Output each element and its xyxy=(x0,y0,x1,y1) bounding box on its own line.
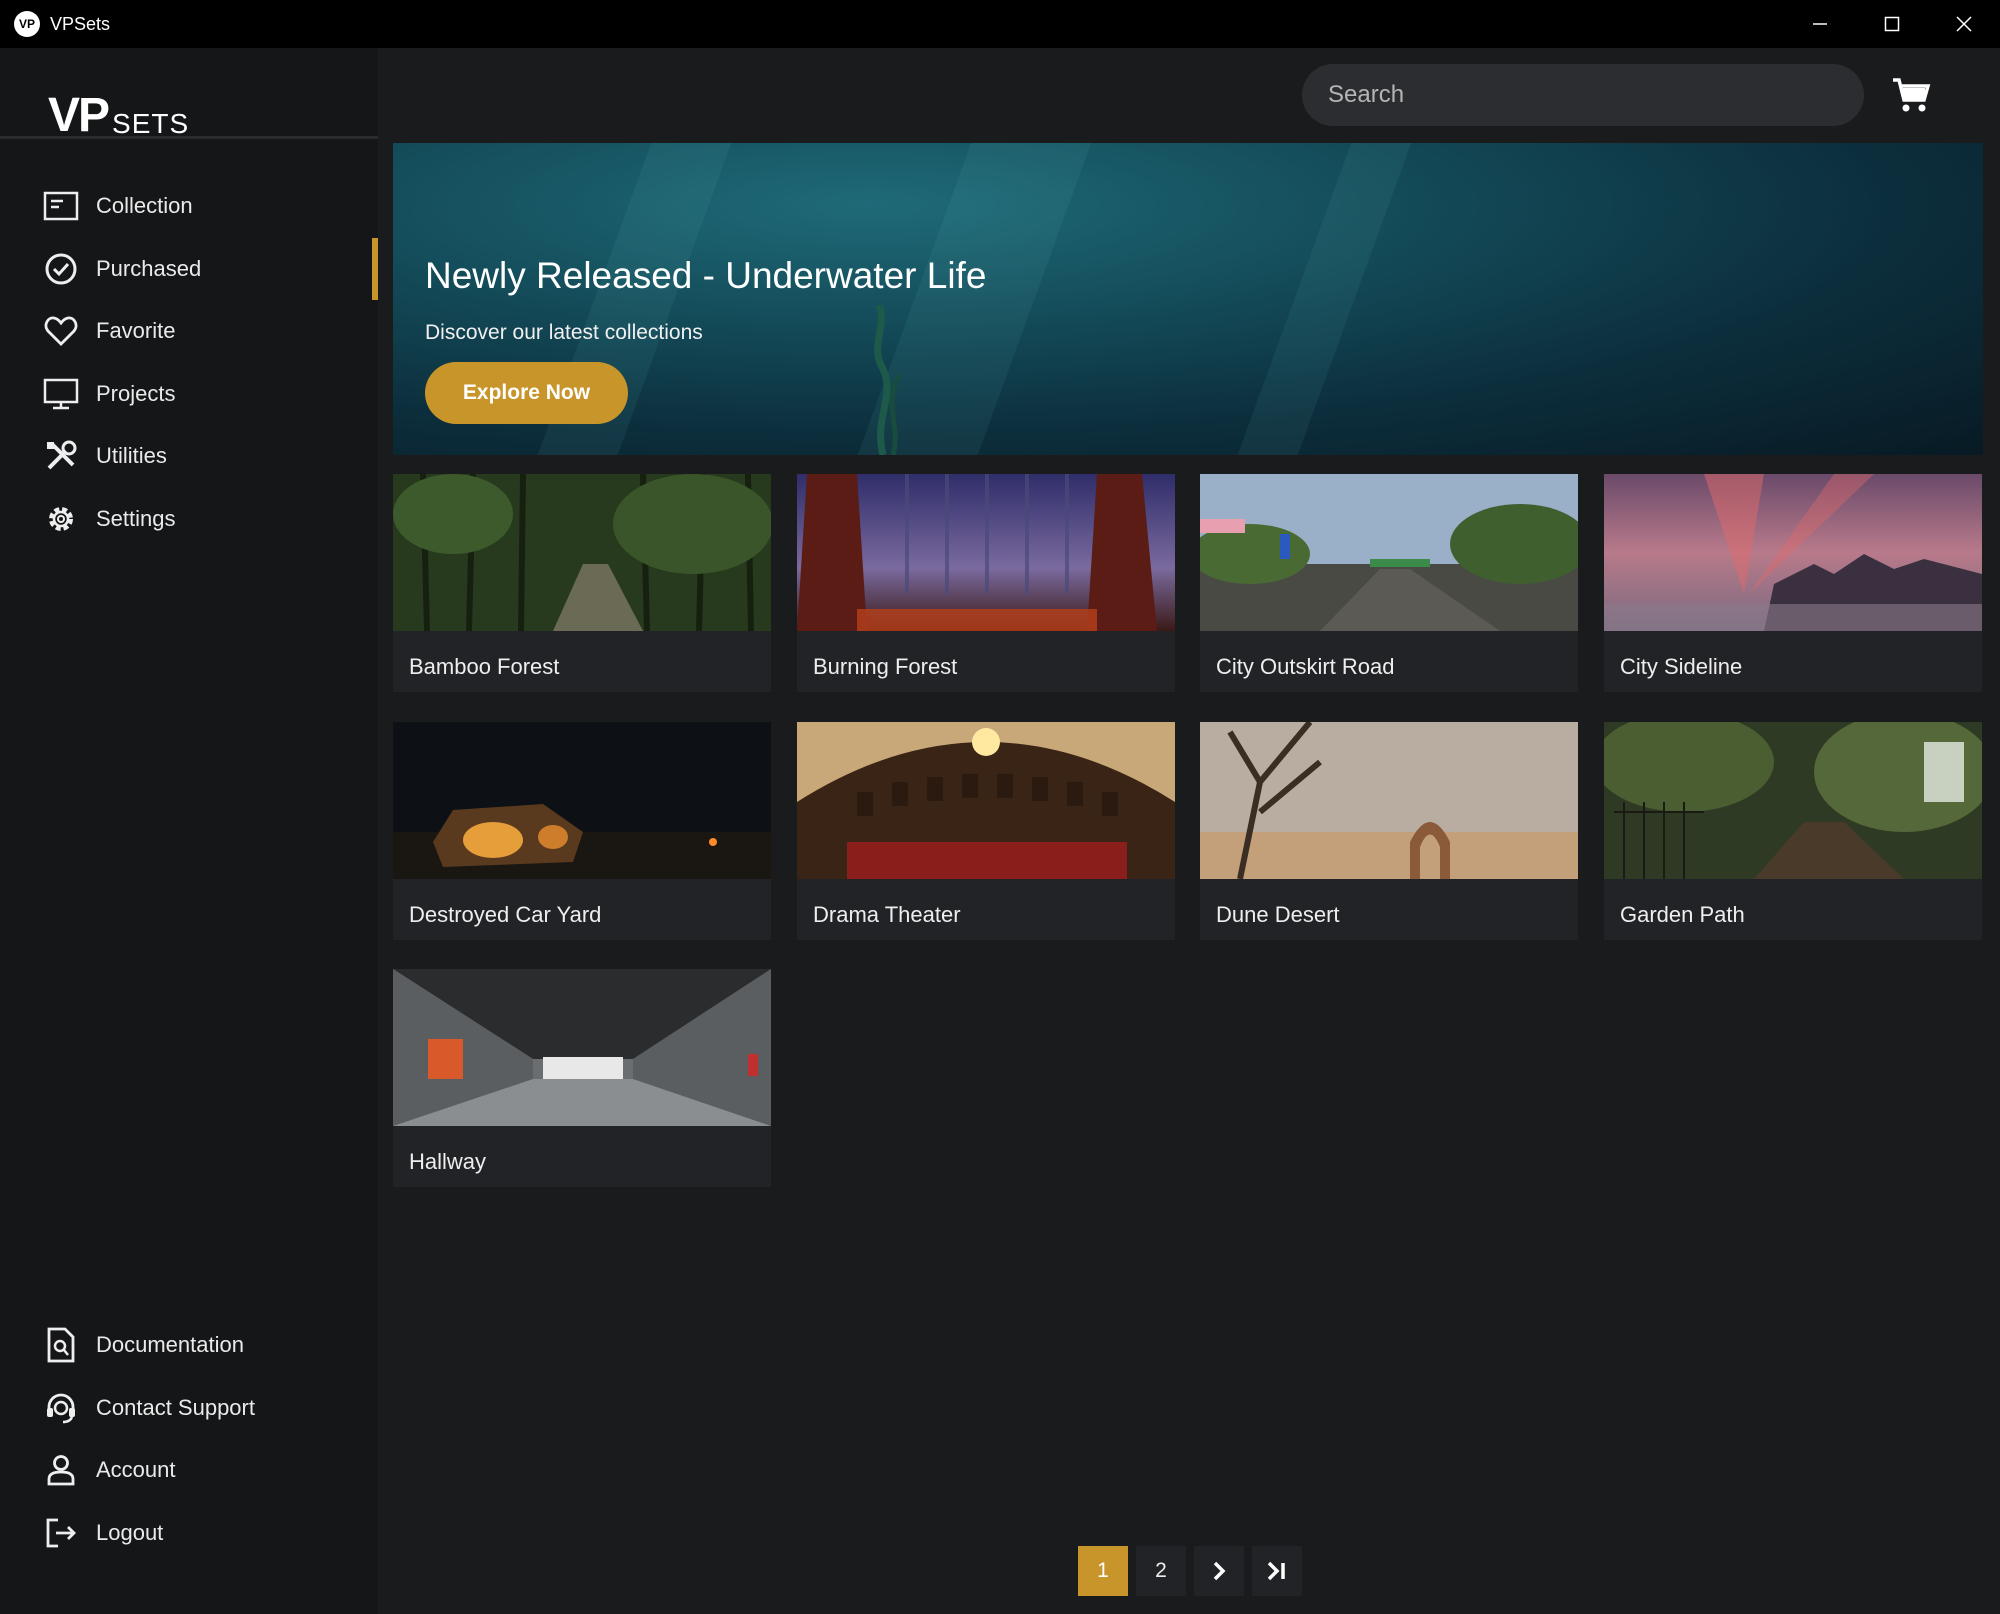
sidebar-item-label: Settings xyxy=(96,505,176,531)
search-bar[interactable] xyxy=(1302,64,1864,126)
set-name: City Outskirt Road xyxy=(1216,654,1395,679)
explore-now-button[interactable]: Explore Now xyxy=(425,362,628,424)
document-search-icon xyxy=(42,1326,80,1364)
set-thumbnail xyxy=(1604,722,1982,879)
sidebar-item-settings[interactable]: Settings xyxy=(0,488,378,551)
set-card[interactable]: Burning Forest xyxy=(797,474,1175,692)
sidebar-item-projects[interactable]: Projects xyxy=(0,363,378,426)
minimize-button[interactable] xyxy=(1784,0,1856,48)
set-card[interactable]: Garden Path xyxy=(1604,722,1982,940)
chevron-right-icon xyxy=(1213,1561,1226,1581)
logo[interactable]: VP SETS xyxy=(48,70,189,140)
seaweed-graphic xyxy=(874,305,902,455)
app-icon: VP xyxy=(14,11,40,37)
sidebar-item-label: Account xyxy=(96,1457,176,1483)
sidebar-item-contact-support[interactable]: Contact Support xyxy=(0,1377,378,1440)
set-thumbnail xyxy=(393,474,771,632)
maximize-icon xyxy=(1884,16,1900,32)
set-card[interactable]: City Sideline xyxy=(1604,474,1982,692)
set-thumbnail xyxy=(1200,474,1578,631)
sidebar-item-collection[interactable]: Collection xyxy=(0,175,378,238)
cart-icon xyxy=(1893,78,1931,112)
sidebar-item-label: Favorite xyxy=(96,318,176,344)
set-name: Bamboo Forest xyxy=(409,654,560,679)
pagination: 1 2 xyxy=(1078,1546,1302,1596)
check-circle-icon xyxy=(42,250,80,288)
set-name: Hallway xyxy=(409,1149,487,1174)
search-input[interactable] xyxy=(1328,81,1864,109)
logo-main: VP xyxy=(48,89,110,142)
set-name: Dune Desert xyxy=(1216,902,1340,927)
page-button-1[interactable]: 1 xyxy=(1078,1546,1128,1596)
sidebar-item-documentation[interactable]: Documentation xyxy=(0,1314,378,1377)
minimize-icon xyxy=(1813,23,1827,25)
sidebar-item-label: Documentation xyxy=(96,1332,244,1358)
last-page-button[interactable] xyxy=(1252,1546,1302,1596)
cart-button[interactable] xyxy=(1890,74,1932,116)
set-card[interactable]: City Outskirt Road xyxy=(1200,474,1578,692)
logout-icon xyxy=(42,1514,80,1552)
sidebar: VP SETS Collection Purchased Favorite Pr… xyxy=(0,48,378,1614)
sidebar-item-account[interactable]: Account xyxy=(0,1439,378,1502)
user-icon xyxy=(42,1451,80,1489)
divider xyxy=(0,136,378,139)
window-title: VPSets xyxy=(50,13,111,34)
sidebar-bottom-nav: Documentation Contact Support Account Lo… xyxy=(0,1314,378,1564)
set-thumbnail xyxy=(797,722,1175,879)
sidebar-item-logout[interactable]: Logout xyxy=(0,1502,378,1565)
sidebar-nav: Collection Purchased Favorite Projects U… xyxy=(0,175,378,550)
tools-icon xyxy=(42,437,80,475)
close-icon xyxy=(1956,16,1972,32)
close-button[interactable] xyxy=(1928,0,2000,48)
banner-subtitle: Discover our latest collections xyxy=(425,321,703,344)
set-card[interactable]: Drama Theater xyxy=(797,722,1175,940)
set-name: Burning Forest xyxy=(813,654,958,679)
set-card[interactable]: Hallway xyxy=(393,969,771,1187)
set-card[interactable]: Bamboo Forest xyxy=(393,474,771,692)
sidebar-item-favorite[interactable]: Favorite xyxy=(0,300,378,363)
set-thumbnail xyxy=(1200,722,1578,880)
sidebar-item-purchased[interactable]: Purchased xyxy=(0,237,378,301)
last-page-icon xyxy=(1267,1561,1285,1581)
set-card[interactable]: Dune Desert xyxy=(1200,722,1578,940)
headset-icon xyxy=(42,1389,80,1427)
set-name: City Sideline xyxy=(1620,654,1743,679)
hero-banner: Newly Released - Underwater Life Discove… xyxy=(393,143,1983,455)
set-name: Drama Theater xyxy=(813,902,961,927)
set-thumbnail xyxy=(393,969,771,1126)
title-bar: VP VPSets xyxy=(0,0,2000,48)
set-thumbnail xyxy=(797,474,1175,631)
set-card[interactable]: Destroyed Car Yard xyxy=(393,722,771,940)
maximize-button[interactable] xyxy=(1856,0,1928,48)
banner-title: Newly Released - Underwater Life xyxy=(425,255,987,296)
heart-icon xyxy=(42,312,80,350)
set-thumbnail xyxy=(393,722,771,879)
sidebar-item-label: Purchased xyxy=(96,255,202,281)
sidebar-item-utilities[interactable]: Utilities xyxy=(0,425,378,488)
set-name: Garden Path xyxy=(1620,902,1745,927)
sidebar-item-label: Collection xyxy=(96,193,193,219)
page-button-2[interactable]: 2 xyxy=(1136,1546,1186,1596)
set-thumbnail xyxy=(1604,474,1982,631)
gear-icon xyxy=(42,500,80,538)
set-name: Destroyed Car Yard xyxy=(409,902,602,927)
sidebar-item-label: Logout xyxy=(96,1519,164,1545)
sidebar-item-label: Contact Support xyxy=(96,1394,255,1420)
sidebar-item-label: Utilities xyxy=(96,443,167,469)
next-page-button[interactable] xyxy=(1194,1546,1244,1596)
monitor-icon xyxy=(42,375,80,413)
sidebar-item-label: Projects xyxy=(96,380,176,406)
collection-icon xyxy=(42,187,80,225)
